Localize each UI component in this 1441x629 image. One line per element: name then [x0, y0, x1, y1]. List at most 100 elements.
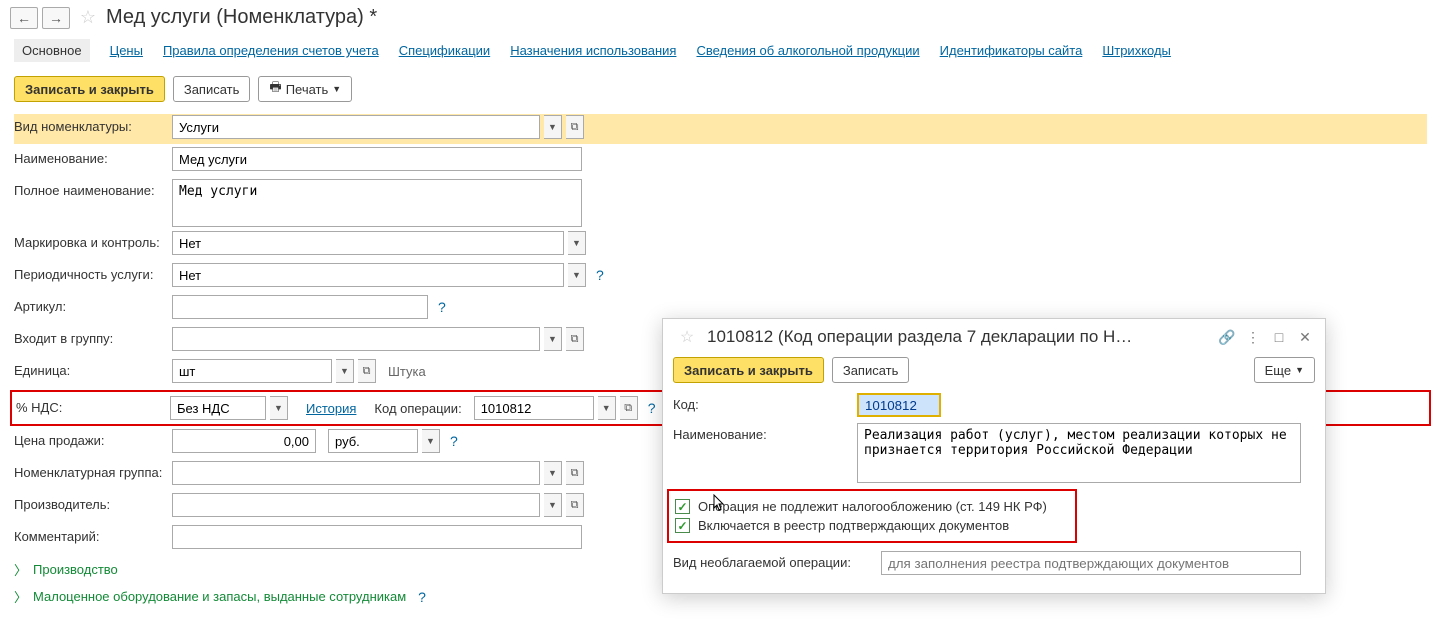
price-help-icon[interactable]: ? — [450, 433, 458, 449]
row-marking: Маркировка и контроль: ▼ — [14, 230, 1427, 260]
dialog-body: Код: Наименование: ✓ Операция не подлежи… — [663, 393, 1325, 593]
producer-label: Производитель: — [14, 493, 172, 512]
chevron-down-icon: ▼ — [332, 84, 341, 94]
checkbox-no-tax-label: Операция не подлежит налогообложению (ст… — [698, 499, 1047, 514]
top-nav: ← → ☆ Мед услуги (Номенклатура) * — [0, 0, 1441, 33]
tab-barcodes[interactable]: Штрихкоды — [1102, 43, 1171, 58]
vat-dropdown-button[interactable]: ▼ — [270, 396, 288, 420]
unit-description: Штука — [380, 364, 426, 379]
chevron-right-icon: 〉 — [14, 587, 27, 606]
dialog-code-label: Код: — [673, 393, 857, 412]
dialog-link-icon[interactable]: 🔗 — [1217, 329, 1237, 346]
nomgroup-dropdown-button[interactable]: ▼ — [544, 461, 562, 485]
checkbox-no-tax[interactable]: ✓ — [675, 499, 690, 514]
sku-help-icon[interactable]: ? — [438, 299, 446, 315]
group-input[interactable] — [172, 327, 540, 351]
sku-input[interactable] — [172, 295, 428, 319]
unit-input[interactable] — [172, 359, 332, 383]
vat-label: % НДС: — [14, 396, 170, 415]
type-open-button[interactable]: ⧉ — [566, 115, 584, 139]
dialog-save-close-button[interactable]: Записать и закрыть — [673, 357, 824, 383]
nav-back-button[interactable]: ← — [10, 7, 38, 29]
favorite-star-icon[interactable]: ☆ — [78, 7, 98, 28]
checkbox-registry-label: Включается в реестр подтверждающих докум… — [698, 518, 1009, 533]
producer-open-button[interactable]: ⧉ — [566, 493, 584, 517]
dialog-maximize-icon[interactable]: □ — [1269, 329, 1289, 345]
group-dropdown-button[interactable]: ▼ — [544, 327, 562, 351]
opcode-open-button[interactable]: ⧉ — [620, 396, 638, 420]
unit-open-button[interactable]: ⧉ — [358, 359, 376, 383]
group-open-button[interactable]: ⧉ — [566, 327, 584, 351]
vat-input[interactable] — [170, 396, 266, 420]
chevron-down-icon: ▼ — [1295, 365, 1304, 375]
history-link[interactable]: История — [306, 401, 356, 416]
checkbox-registry[interactable]: ✓ — [675, 518, 690, 533]
period-dropdown-button[interactable]: ▼ — [568, 263, 586, 287]
nav-forward-button[interactable]: → — [42, 7, 70, 29]
price-label: Цена продажи: — [14, 429, 172, 448]
row-type: Вид номенклатуры: ▼ ⧉ — [14, 114, 1427, 144]
sku-label: Артикул: — [14, 295, 172, 314]
currency-input[interactable] — [328, 429, 418, 453]
opcode-dialog: ☆ 1010812 (Код операции раздела 7 деклар… — [662, 318, 1326, 594]
type-input[interactable] — [172, 115, 540, 139]
dialog-title: 1010812 (Код операции раздела 7 декларац… — [707, 327, 1211, 347]
row-name: Наименование: — [14, 146, 1427, 176]
row-period: Периодичность услуги: ▼ ? — [14, 262, 1427, 292]
save-close-button[interactable]: Записать и закрыть — [14, 76, 165, 102]
name-label: Наименование: — [14, 147, 172, 166]
checkbox-row-no-tax[interactable]: ✓ Операция не подлежит налогообложению (… — [675, 497, 1067, 516]
collapse-production-label: Производство — [33, 562, 118, 577]
nomgroup-label: Номенклатурная группа: — [14, 461, 172, 480]
period-input[interactable] — [172, 263, 564, 287]
producer-dropdown-button[interactable]: ▼ — [544, 493, 562, 517]
tab-alcohol[interactable]: Сведения об алкогольной продукции — [696, 43, 919, 58]
tab-usage[interactable]: Назначения использования — [510, 43, 676, 58]
type-dropdown-button[interactable]: ▼ — [544, 115, 562, 139]
dialog-checkbox-group-highlighted: ✓ Операция не подлежит налогообложению (… — [667, 489, 1077, 543]
unit-label: Единица: — [14, 359, 172, 378]
dialog-more-button[interactable]: Еще ▼ — [1254, 357, 1315, 383]
currency-dropdown-button[interactable]: ▼ — [422, 429, 440, 453]
row-fullname: Полное наименование: — [14, 178, 1427, 228]
name-input[interactable] — [172, 147, 582, 171]
marking-input[interactable] — [172, 231, 564, 255]
producer-input[interactable] — [172, 493, 540, 517]
tab-specs[interactable]: Спецификации — [399, 43, 491, 58]
tab-prices[interactable]: Цены — [110, 43, 143, 58]
unit-dropdown-button[interactable]: ▼ — [336, 359, 354, 383]
lowvalue-help-icon[interactable]: ? — [418, 589, 426, 605]
tab-site-ids[interactable]: Идентификаторы сайта — [940, 43, 1083, 58]
comment-input[interactable] — [172, 525, 582, 549]
chevron-right-icon: 〉 — [14, 560, 27, 579]
opcode-input[interactable] — [474, 396, 594, 420]
opcode-dropdown-button[interactable]: ▼ — [598, 396, 616, 420]
period-help-icon[interactable]: ? — [596, 267, 604, 283]
nomgroup-input[interactable] — [172, 461, 540, 485]
dialog-row-vid: Вид необлагаемой операции: — [673, 551, 1315, 575]
dialog-code-input[interactable] — [857, 393, 941, 417]
price-input[interactable] — [172, 429, 316, 453]
comment-label: Комментарий: — [14, 525, 172, 544]
dialog-close-icon[interactable]: ✕ — [1295, 329, 1315, 346]
dialog-vid-input[interactable] — [881, 551, 1301, 575]
dialog-name-label: Наименование: — [673, 423, 857, 442]
dialog-star-icon[interactable]: ☆ — [677, 327, 697, 347]
nomgroup-open-button[interactable]: ⧉ — [566, 461, 584, 485]
page-title: Мед услуги (Номенклатура) * — [106, 6, 377, 29]
print-button[interactable]: 🖶 Печать ▼ — [258, 76, 352, 102]
tab-account-rules[interactable]: Правила определения счетов учета — [163, 43, 379, 58]
print-label: Печать — [286, 82, 329, 97]
dialog-name-textarea[interactable] — [857, 423, 1301, 483]
checkbox-row-registry[interactable]: ✓ Включается в реестр подтверждающих док… — [675, 516, 1067, 535]
marking-dropdown-button[interactable]: ▼ — [568, 231, 586, 255]
opcode-help-icon[interactable]: ? — [648, 400, 656, 416]
save-button[interactable]: Записать — [173, 76, 251, 102]
dialog-save-button[interactable]: Записать — [832, 357, 910, 383]
dialog-row-name: Наименование: — [673, 423, 1315, 483]
type-label: Вид номенклатуры: — [14, 115, 172, 134]
fullname-textarea[interactable] — [172, 179, 582, 227]
tab-main[interactable]: Основное — [14, 39, 90, 62]
dialog-row-code: Код: — [673, 393, 1315, 417]
dialog-menu-icon[interactable]: ⋮ — [1243, 329, 1263, 346]
